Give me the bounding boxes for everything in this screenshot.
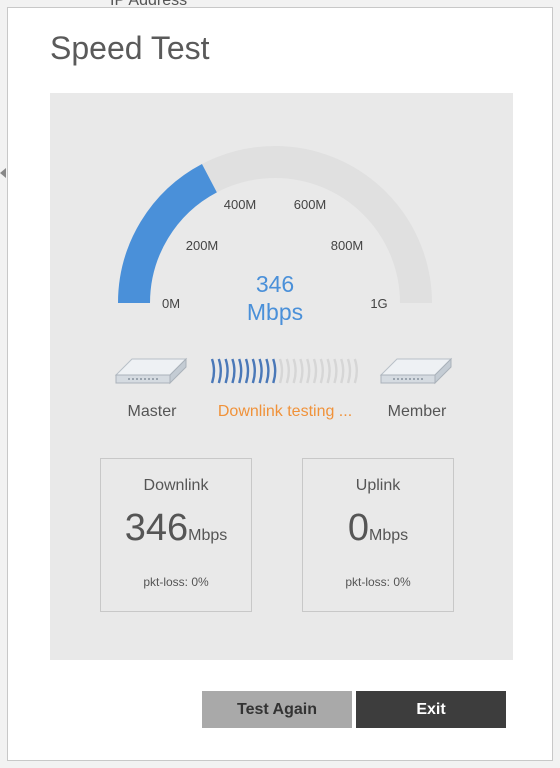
downlink-pkt-loss: pkt-loss: 0%: [143, 575, 209, 589]
progress-segment: [244, 358, 250, 384]
progress-segment: [319, 358, 324, 384]
gauge-tick-0m: 0M: [162, 296, 180, 311]
uplink-value-row: 0Mbps: [303, 507, 453, 550]
gauge-value: 346: [256, 271, 294, 297]
gauge-tick-800m: 800M: [331, 238, 364, 253]
progress-segment: [312, 358, 318, 384]
progress-segment: [299, 358, 304, 384]
test-again-button[interactable]: Test Again: [202, 691, 352, 728]
uplink-box: Uplink 0Mbps pkt-loss: 0%: [302, 458, 454, 612]
progress-segment: [340, 358, 345, 384]
uplink-pkt-loss: pkt-loss: 0%: [345, 575, 411, 589]
downlink-title: Downlink: [143, 477, 209, 494]
gauge-tick-200m: 200M: [186, 238, 219, 253]
gauge-tick-1g: 1G: [370, 296, 387, 311]
gauge-unit: Mbps: [247, 299, 303, 325]
progress-segment: [258, 358, 263, 384]
link-progress-indicator: [210, 358, 358, 384]
gauge-tick-600m: 600M: [294, 197, 327, 212]
progress-segment: [326, 358, 331, 384]
progress-segment: [231, 358, 236, 384]
member-device-icon: [379, 357, 453, 385]
progress-segment: [333, 358, 338, 384]
progress-segment: [353, 358, 358, 384]
progress-segment: [265, 358, 270, 384]
uplink-title: Uplink: [355, 477, 401, 494]
progress-segment: [306, 358, 311, 384]
progress-segment: [285, 358, 290, 384]
downlink-value: 346: [124, 507, 189, 549]
progress-segment: [346, 358, 352, 384]
progress-segment: [210, 358, 216, 384]
progress-segment: [292, 358, 297, 384]
speed-gauge: 0M 200M 400M 600M 800M 1G 346 Mbps: [118, 146, 432, 325]
exit-button[interactable]: Exit: [356, 691, 506, 728]
downlink-box: Downlink 346Mbps pkt-loss: 0%: [100, 458, 252, 612]
gauge-tick-400m: 400M: [224, 197, 257, 212]
downlink-value-row: 346Mbps: [101, 507, 251, 550]
downlink-unit: Mbps: [188, 527, 228, 544]
master-label: Master: [127, 403, 177, 420]
progress-segment: [217, 358, 222, 384]
progress-segment: [278, 358, 284, 384]
uplink-value: 0: [347, 507, 369, 549]
uplink-unit: Mbps: [369, 527, 409, 544]
speed-test-panel: 0M 200M 400M 600M 800M 1G 346 Mbps Maste…: [50, 93, 513, 660]
progress-segment: [224, 358, 229, 384]
progress-segment: [272, 358, 277, 384]
test-status-label: Downlink testing ...: [217, 403, 353, 420]
progress-segment: [251, 358, 256, 384]
member-label: Member: [387, 403, 447, 420]
progress-segment: [238, 358, 243, 384]
speed-test-dialog: Speed Test 0M 200M 400M 600M 800M 1G 346…: [8, 8, 552, 760]
background-arrow-icon: [0, 168, 6, 178]
master-device-icon: [114, 357, 188, 385]
dialog-title: Speed Test: [50, 30, 210, 66]
